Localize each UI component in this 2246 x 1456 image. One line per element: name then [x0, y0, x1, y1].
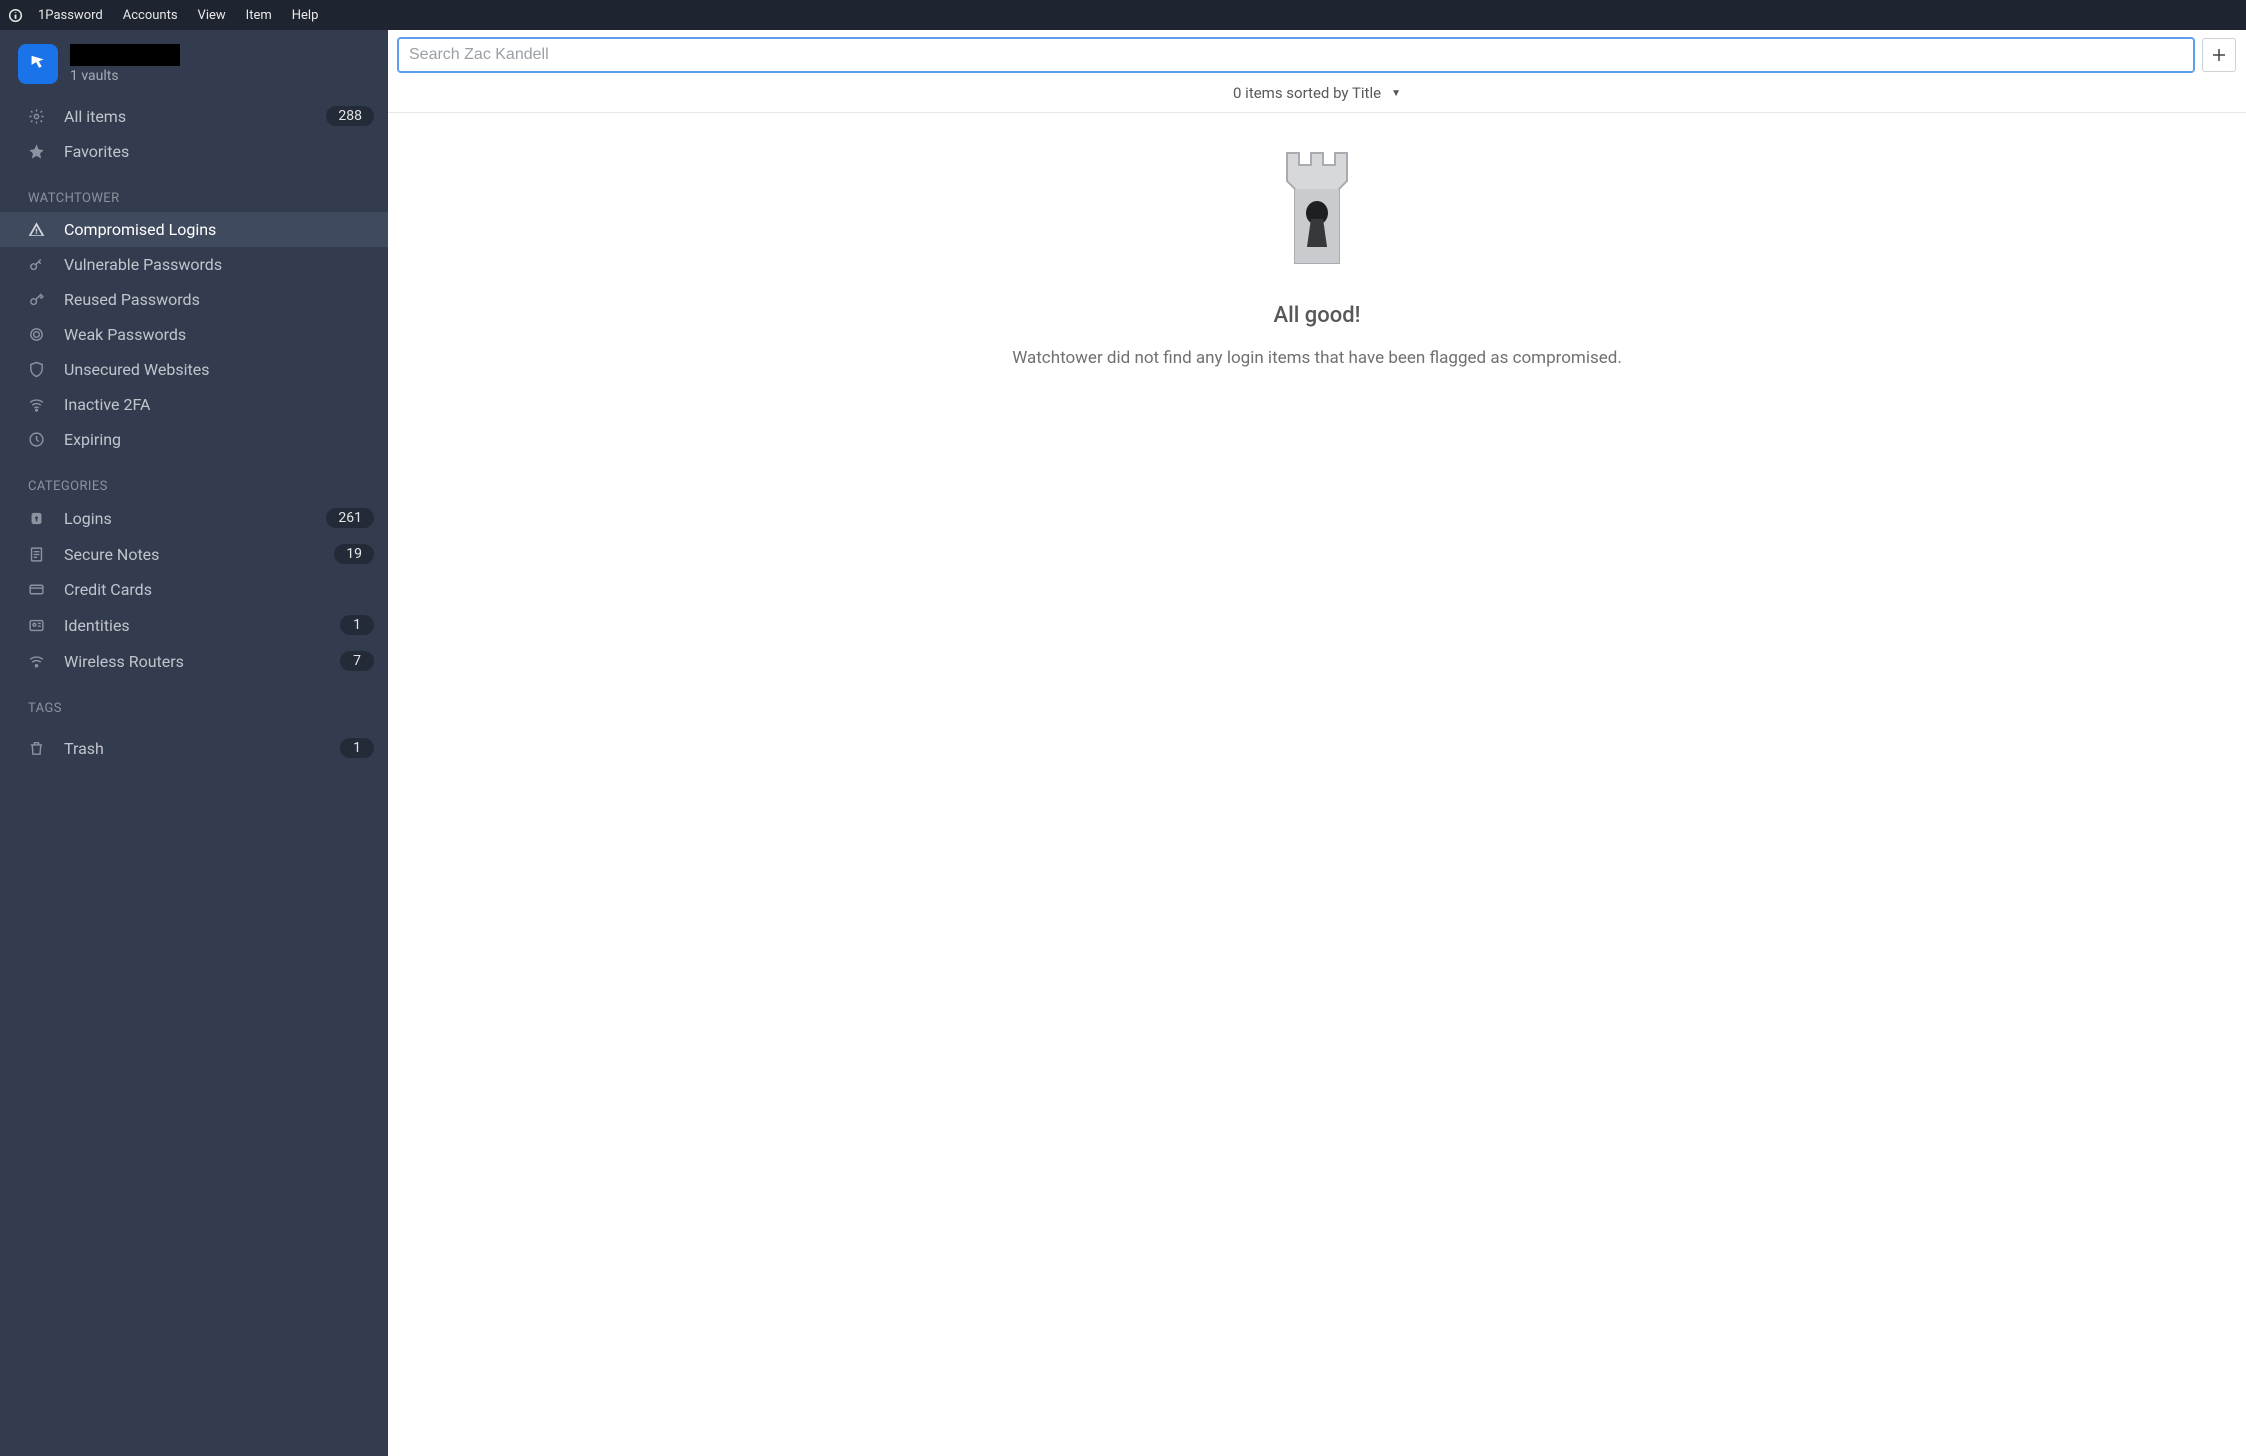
sidebar-item-weak-passwords[interactable]: Weak Passwords — [0, 317, 388, 352]
sidebar-item-label: Unsecured Websites — [64, 360, 374, 379]
menu-view[interactable]: View — [188, 4, 236, 27]
sidebar-item-expiring[interactable]: Expiring — [0, 422, 388, 457]
sidebar-item-label: Trash — [64, 739, 324, 758]
sidebar-item-logins[interactable]: Logins 261 — [0, 500, 388, 536]
sidebar-heading-categories: CATEGORIES — [0, 465, 388, 500]
card-icon — [24, 581, 48, 599]
sidebar-item-label: Expiring — [64, 430, 374, 449]
sort-row[interactable]: 0 items sorted by Title ▼ — [388, 72, 2246, 113]
main-panel: 0 items sorted by Title ▼ All good! Watc… — [388, 30, 2246, 1456]
lock-icon — [24, 509, 48, 527]
wifi-icon — [24, 396, 48, 414]
account-avatar — [18, 44, 58, 84]
sidebar-item-badge: 7 — [340, 651, 374, 671]
sidebar: 1 vaults All items 288 Favorites — [0, 30, 388, 1456]
sidebar-item-label: Favorites — [64, 142, 374, 161]
id-icon — [24, 616, 48, 634]
account-name-redacted — [70, 44, 180, 66]
sidebar-trash-section: Trash 1 — [0, 726, 388, 770]
trash-icon — [24, 739, 48, 757]
search-input[interactable] — [398, 38, 2194, 72]
sort-label: 0 items sorted by Title — [1233, 84, 1381, 102]
account-info: 1 vaults — [70, 44, 180, 84]
sidebar-item-all-items[interactable]: All items 288 — [0, 98, 388, 134]
sidebar-item-trash[interactable]: Trash 1 — [0, 730, 388, 766]
sidebar-item-label: Compromised Logins — [64, 220, 374, 239]
clock-icon — [24, 431, 48, 449]
chevron-down-icon: ▼ — [1391, 88, 1401, 99]
star-icon — [24, 143, 48, 161]
sidebar-item-secure-notes[interactable]: Secure Notes 19 — [0, 536, 388, 572]
app-icon — [6, 6, 24, 24]
sidebar-item-label: Weak Passwords — [64, 325, 374, 344]
sidebar-item-badge: 1 — [340, 615, 374, 635]
key-icon — [24, 291, 48, 309]
sidebar-item-favorites[interactable]: Favorites — [0, 134, 388, 169]
sidebar-item-credit-cards[interactable]: Credit Cards — [0, 572, 388, 607]
account-vaults-label: 1 vaults — [70, 68, 180, 84]
account-header[interactable]: 1 vaults — [0, 30, 388, 94]
sidebar-item-label: Identities — [64, 616, 324, 635]
shield-icon — [24, 361, 48, 379]
sidebar-item-badge: 19 — [334, 544, 374, 564]
sidebar-item-badge: 288 — [326, 106, 374, 126]
sidebar-item-vulnerable-passwords[interactable]: Vulnerable Passwords — [0, 247, 388, 282]
settings-icon — [24, 107, 48, 125]
circle-icon — [24, 326, 48, 344]
router-icon — [24, 652, 48, 670]
sidebar-item-inactive-2fa[interactable]: Inactive 2FA — [0, 387, 388, 422]
menu-accounts[interactable]: Accounts — [113, 4, 188, 27]
sidebar-item-label: Logins — [64, 509, 310, 528]
sidebar-heading-watchtower: WATCHTOWER — [0, 177, 388, 212]
menu-item[interactable]: Item — [236, 4, 282, 27]
sidebar-item-unsecured-websites[interactable]: Unsecured Websites — [0, 352, 388, 387]
sidebar-item-reused-passwords[interactable]: Reused Passwords — [0, 282, 388, 317]
sidebar-categories-section: CATEGORIES Logins 261 Secure Notes 19 — [0, 461, 388, 683]
menu-1password[interactable]: 1Password — [28, 4, 113, 27]
sidebar-item-label: Inactive 2FA — [64, 395, 374, 414]
sidebar-item-label: Secure Notes — [64, 545, 318, 564]
sidebar-tags-section: TAGS — [0, 683, 388, 726]
note-icon — [24, 545, 48, 563]
sidebar-item-label: Reused Passwords — [64, 290, 374, 309]
sidebar-watchtower-section: WATCHTOWER Compromised Logins Vulnerable… — [0, 173, 388, 461]
sidebar-item-badge: 261 — [326, 508, 374, 528]
sidebar-item-badge: 1 — [340, 738, 374, 758]
add-item-button[interactable] — [2202, 38, 2236, 72]
sidebar-item-label: Vulnerable Passwords — [64, 255, 374, 274]
sidebar-top-section: All items 288 Favorites — [0, 94, 388, 173]
sidebar-item-wireless-routers[interactable]: Wireless Routers 7 — [0, 643, 388, 679]
sidebar-item-label: Wireless Routers — [64, 652, 324, 671]
watchtower-icon — [1267, 143, 1367, 273]
empty-state-title: All good! — [1274, 303, 1361, 328]
alert-icon — [24, 221, 48, 239]
sidebar-item-compromised-logins[interactable]: Compromised Logins — [0, 212, 388, 247]
vuln-icon — [24, 256, 48, 274]
main-top-bar — [388, 30, 2246, 72]
sidebar-heading-tags: TAGS — [0, 687, 388, 722]
sidebar-item-label: Credit Cards — [64, 580, 374, 599]
empty-state-description: Watchtower did not find any login items … — [1012, 348, 1622, 368]
sidebar-item-label: All items — [64, 107, 310, 126]
menubar: 1Password Accounts View Item Help — [0, 0, 2246, 30]
empty-state: All good! Watchtower did not find any lo… — [388, 113, 2246, 1456]
menu-help[interactable]: Help — [282, 4, 329, 27]
sidebar-item-identities[interactable]: Identities 1 — [0, 607, 388, 643]
